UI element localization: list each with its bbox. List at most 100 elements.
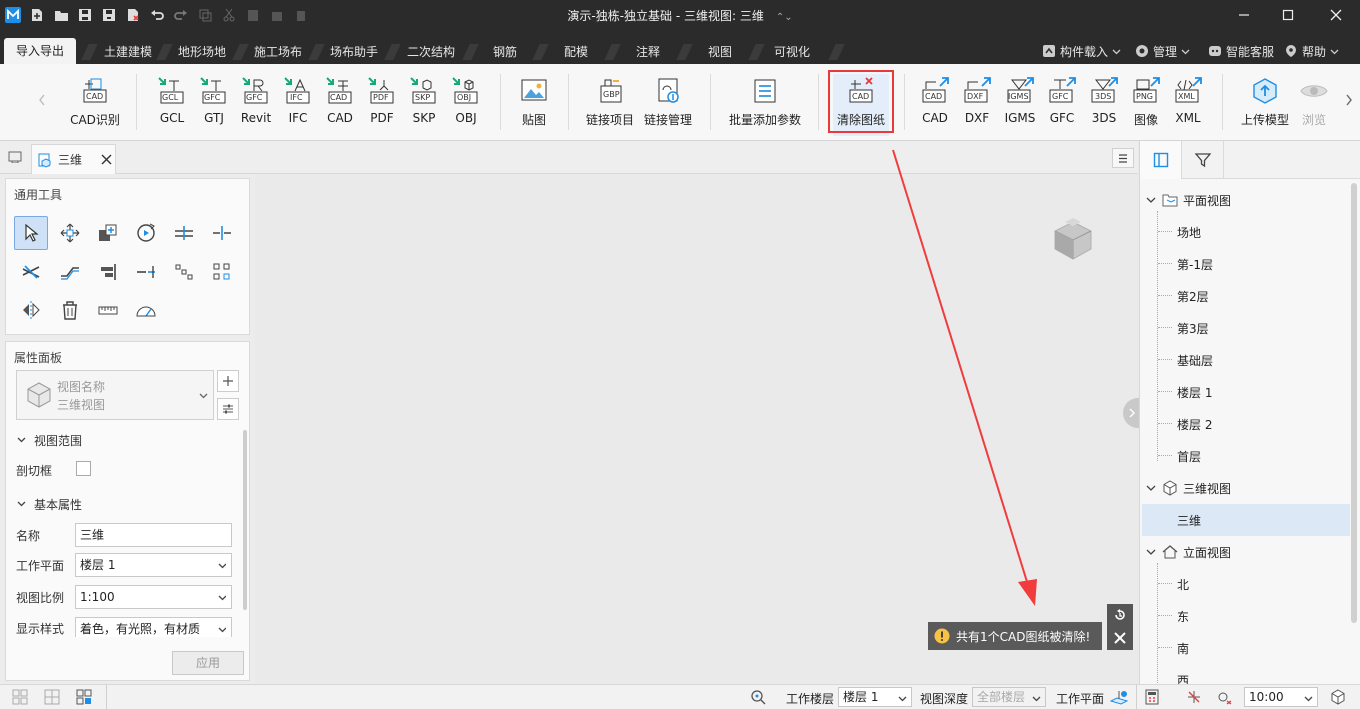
maximize-button[interactable] xyxy=(1265,0,1311,30)
tab-import-export[interactable]: 导入导出 xyxy=(4,38,77,64)
extend-tool[interactable] xyxy=(53,255,87,289)
layout-multi-icon[interactable] xyxy=(76,689,92,705)
ribbon-scroll-left-icon[interactable] xyxy=(38,94,46,106)
export-image-button[interactable]: PNG 图像 xyxy=(1128,76,1164,136)
tab-formwork[interactable]: 配模 xyxy=(552,40,600,64)
calculator-icon[interactable] xyxy=(1144,689,1160,705)
export-cad-button[interactable]: CAD CAD xyxy=(917,76,953,136)
view-settings-button[interactable] xyxy=(217,398,239,420)
tab-layout-assistant[interactable]: 场布助手 xyxy=(318,40,390,64)
delete-tool[interactable] xyxy=(53,293,87,327)
tree-item-foundation[interactable]: 基础层 xyxy=(1142,344,1350,376)
paste-image-button[interactable]: 贴图 xyxy=(514,76,554,136)
link-project-button[interactable]: GBP 链接项目 xyxy=(584,76,636,136)
display-style-select[interactable]: 着色，有光照，有材质 xyxy=(75,617,232,637)
doc-tab-3d[interactable]: 三维 xyxy=(31,144,116,174)
zoom-fit-icon[interactable] xyxy=(750,689,766,705)
import-gcl-button[interactable]: GCL GCL xyxy=(154,76,190,136)
minimize-button[interactable] xyxy=(1221,0,1267,30)
snap-off-icon[interactable] xyxy=(1186,689,1202,705)
move-tool[interactable] xyxy=(53,216,87,250)
layout-grid-icon[interactable] xyxy=(44,689,60,705)
tab-view[interactable]: 视图 xyxy=(696,40,744,64)
tree-item-south[interactable]: 南 xyxy=(1142,632,1350,664)
tab-secondary-structure[interactable]: 二次结构 xyxy=(395,40,467,64)
import-obj-button[interactable]: OBJ OBJ xyxy=(448,76,484,136)
toast-close-button[interactable] xyxy=(1107,626,1133,650)
tree-item-site[interactable]: 场地 xyxy=(1142,216,1350,248)
tree-item-floor-minus1[interactable]: 第-1层 xyxy=(1142,248,1350,280)
grid-array-tool[interactable] xyxy=(205,255,239,289)
tab-list-menu-icon[interactable] xyxy=(1112,148,1134,168)
view-scale-select[interactable]: 1:100 xyxy=(75,585,232,609)
import-ifc-button[interactable]: IFC IFC xyxy=(280,76,316,136)
import-cad-button[interactable]: CAD CAD xyxy=(322,76,358,136)
tree-item-level-2[interactable]: 楼层 2 xyxy=(1142,408,1350,440)
section-box-checkbox[interactable] xyxy=(76,461,91,476)
tree-node-3d-views[interactable]: 三维视图 xyxy=(1142,472,1350,504)
tree-item-ground-floor[interactable]: 首层 xyxy=(1142,440,1350,472)
angle-measure-tool[interactable] xyxy=(129,293,163,327)
work-plane-toggle-icon[interactable] xyxy=(1110,689,1128,705)
tree-item-floor-2[interactable]: 第2层 xyxy=(1142,280,1350,312)
manage-menu[interactable]: 管理 xyxy=(1135,42,1190,60)
browser-tab-tree[interactable] xyxy=(1140,141,1182,179)
tree-node-elevation-views[interactable]: 立面视图 xyxy=(1142,536,1350,568)
3d-viewport[interactable] xyxy=(255,174,1141,684)
select-tool[interactable] xyxy=(14,216,48,250)
view-type-selector[interactable]: 视图名称 三维视图 xyxy=(16,370,214,420)
array-tool[interactable] xyxy=(167,255,201,289)
import-revit-button[interactable]: GFC Revit xyxy=(238,76,274,136)
rotate-tool[interactable] xyxy=(129,216,163,250)
component-load-menu[interactable]: 构件载入 xyxy=(1042,42,1121,60)
tab-annotation[interactable]: 注释 xyxy=(624,40,672,64)
tree-node-plan-views[interactable]: 平面视图 xyxy=(1142,184,1350,216)
view-name-input[interactable]: 三维 xyxy=(75,523,232,547)
export-dxf-button[interactable]: DXF DXF xyxy=(959,76,995,136)
mirror-tool[interactable] xyxy=(14,293,48,327)
export-3ds-button[interactable]: 3DS 3DS xyxy=(1086,76,1122,136)
batch-add-params-button[interactable]: 批量添加参数 xyxy=(726,76,804,136)
view-range-section-toggle[interactable] xyxy=(17,435,26,444)
property-scrollbar[interactable] xyxy=(243,430,247,610)
work-floor-select[interactable]: 楼层 1 xyxy=(838,687,912,707)
import-pdf-button[interactable]: PDF PDF xyxy=(364,76,400,136)
help-menu[interactable]: 帮助 xyxy=(1284,42,1339,60)
tree-item-north[interactable]: 北 xyxy=(1142,568,1350,600)
apply-button[interactable]: 应用 xyxy=(172,651,244,675)
copy-tool[interactable] xyxy=(91,216,125,250)
model-cube-icon[interactable] xyxy=(1330,689,1346,705)
time-of-day-select[interactable]: 10:00 xyxy=(1244,687,1318,707)
sun-off-icon[interactable] xyxy=(1216,689,1232,705)
import-skp-button[interactable]: SKP SKP xyxy=(406,76,442,136)
tree-item-west[interactable]: 西 xyxy=(1142,664,1350,685)
upload-model-button[interactable]: 上传模型 xyxy=(1236,76,1294,136)
measure-tool[interactable] xyxy=(91,293,125,327)
tab-terrain-site[interactable]: 地形场地 xyxy=(166,40,238,64)
tab-construction-layout[interactable]: 施工场布 xyxy=(242,40,314,64)
tree-item-floor-3[interactable]: 第3层 xyxy=(1142,312,1350,344)
view-switch-icon[interactable] xyxy=(8,151,22,163)
tree-item-3d[interactable]: 三维 xyxy=(1142,504,1350,536)
tree-item-east[interactable]: 东 xyxy=(1142,600,1350,632)
break-tool[interactable] xyxy=(129,255,163,289)
title-caret[interactable]: ⌃⌄ xyxy=(776,12,793,23)
offset-tool[interactable] xyxy=(167,216,201,250)
basic-props-section-toggle[interactable] xyxy=(17,499,26,508)
tab-rebar[interactable]: 钢筋 xyxy=(481,40,529,64)
tree-scrollbar[interactable] xyxy=(1351,183,1357,623)
ribbon-scroll-right-icon[interactable] xyxy=(1345,94,1353,106)
close-tab-icon[interactable] xyxy=(101,154,112,165)
tab-visualization[interactable]: 可视化 xyxy=(762,40,822,64)
trim-tool[interactable] xyxy=(14,255,48,289)
close-button[interactable] xyxy=(1313,0,1359,30)
tree-item-level-1[interactable]: 楼层 1 xyxy=(1142,376,1350,408)
link-manage-button[interactable]: 链接管理 xyxy=(642,76,694,136)
work-plane-select[interactable]: 楼层 1 xyxy=(75,553,232,577)
split-tool[interactable] xyxy=(205,216,239,250)
export-igms-button[interactable]: IGMS IGMS xyxy=(1001,76,1039,136)
layout-single-icon[interactable] xyxy=(12,689,28,705)
toast-history-button[interactable] xyxy=(1107,604,1133,626)
import-gtj-button[interactable]: GFC GTJ xyxy=(196,76,232,136)
cad-recognize-button[interactable]: CAD CAD识别 xyxy=(66,76,124,136)
